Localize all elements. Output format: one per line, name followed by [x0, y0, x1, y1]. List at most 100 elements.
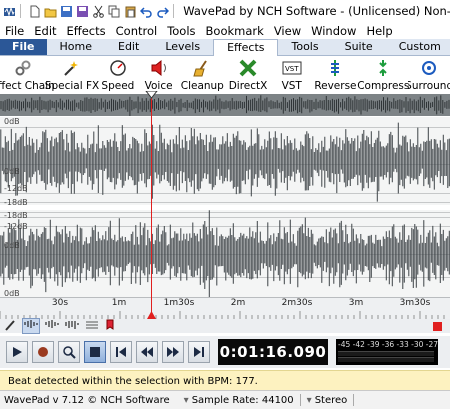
effect-chain-button[interactable]: Effect Chain — [0, 56, 55, 94]
meter-scale: -45 -42 -39 -36 -33 -30 -27 — [338, 340, 438, 349]
paste-icon[interactable] — [124, 5, 137, 18]
copy-icon[interactable] — [108, 5, 121, 18]
redo-icon[interactable] — [156, 5, 169, 18]
waveform-tool-icon[interactable] — [64, 319, 80, 333]
sample-rate-text[interactable]: Sample Rate: 44100 — [192, 395, 294, 406]
save-all-icon[interactable] — [76, 5, 89, 18]
bookmark-tool-icon[interactable] — [104, 319, 116, 333]
timeline-label: 30s — [51, 298, 69, 308]
db-label: 0dB — [4, 167, 20, 176]
timeline-ruler[interactable]: 30s 1m 1m30s 2m 2m30s 3m 3m30s — [0, 297, 450, 320]
level-meter: -45 -42 -39 -36 -33 -30 -27 — [336, 339, 438, 365]
cleanup-button[interactable]: Cleanup — [179, 56, 225, 94]
fast-forward-icon — [167, 347, 179, 357]
undo-icon[interactable] — [139, 5, 153, 18]
dropdown-arrow-icon[interactable]: ▾ — [307, 395, 312, 406]
reverse-icon — [324, 58, 346, 78]
effects-toolbar: Effect Chain Special FX Speed Voice Clea… — [0, 56, 450, 94]
menu-control[interactable]: Control — [111, 24, 163, 38]
db-label: 0dB — [4, 241, 20, 250]
svg-text:VST: VST — [285, 65, 299, 73]
vst-button[interactable]: VST VST — [271, 56, 313, 94]
time-display: 0:01:16.090 — [218, 339, 328, 365]
save-icon[interactable] — [60, 5, 73, 18]
menu-bookmark[interactable]: Bookmark — [201, 24, 269, 38]
loop-button[interactable] — [58, 341, 80, 363]
rewind-icon — [141, 347, 153, 357]
pencil-tool-icon[interactable] — [4, 319, 18, 334]
fast-forward-button[interactable] — [162, 341, 184, 363]
waveform-graph — [0, 117, 450, 298]
menu-edit[interactable]: Edit — [29, 24, 61, 38]
menu-tools[interactable]: Tools — [162, 24, 200, 38]
playhead-handle-icon[interactable] — [147, 311, 156, 319]
selection-tool-icon[interactable] — [22, 318, 40, 334]
voice-button[interactable]: Voice — [138, 56, 180, 94]
tab-file[interactable]: File — [0, 39, 47, 55]
compress-button[interactable]: Compress — [357, 56, 409, 94]
directx-button[interactable]: DirectX — [225, 56, 271, 94]
channels-text[interactable]: Stereo — [315, 395, 348, 406]
dropdown-arrow-icon[interactable]: ▾ — [184, 395, 189, 406]
new-file-icon[interactable] — [28, 5, 41, 18]
rewind-button[interactable] — [136, 341, 158, 363]
go-to-end-button[interactable] — [188, 341, 210, 363]
waveform-overview[interactable] — [0, 94, 450, 117]
status-bar: WavePad v 7.12 © NCH Software ▾ Sample R… — [0, 390, 450, 409]
tab-effects[interactable]: Effects — [213, 38, 279, 56]
directx-icon — [237, 58, 259, 78]
db-label: 0dB — [4, 117, 20, 126]
cut-icon[interactable] — [92, 5, 105, 18]
record-indicator-icon — [433, 321, 442, 331]
tab-tools[interactable]: Tools — [278, 39, 331, 55]
gridline — [0, 164, 450, 165]
go-to-start-icon — [116, 347, 126, 357]
gridline — [0, 202, 450, 203]
overview-waveform — [0, 95, 450, 117]
tab-levels[interactable]: Levels — [152, 39, 213, 55]
ribbon-tabs: File Home Edit Levels Effects Tools Suit… — [0, 38, 450, 56]
window-title: WavePad by NCH Software - (Unlicensed) N… — [183, 4, 450, 18]
compress-icon — [372, 58, 394, 78]
gridline — [0, 127, 450, 128]
speed-icon — [107, 58, 129, 78]
gridline — [0, 226, 450, 227]
tab-custom[interactable]: Custom — [386, 39, 450, 55]
record-button[interactable] — [32, 341, 54, 363]
surround-icon — [418, 58, 440, 78]
playhead[interactable] — [151, 94, 152, 319]
timeline-label: 3m30s — [399, 298, 431, 308]
tab-edit[interactable]: Edit — [105, 39, 152, 55]
tab-home[interactable]: Home — [47, 39, 105, 55]
scrub-tool-icon[interactable] — [44, 319, 60, 333]
spectral-tool-icon[interactable] — [84, 319, 100, 333]
tab-suite[interactable]: Suite — [332, 39, 386, 55]
meter-channel-left — [338, 351, 434, 356]
go-to-start-button[interactable] — [110, 341, 132, 363]
play-button[interactable] — [6, 341, 28, 363]
stop-icon — [90, 347, 100, 357]
open-folder-icon[interactable] — [44, 5, 57, 18]
menu-window[interactable]: Window — [306, 24, 361, 38]
loop-icon — [63, 346, 76, 359]
surround-button[interactable]: Surround — [408, 56, 450, 94]
menu-view[interactable]: View — [269, 24, 306, 38]
playhead-marker-icon[interactable] — [145, 91, 158, 99]
db-label: -18dB — [4, 211, 28, 220]
meter-channel-right — [338, 357, 434, 362]
go-to-end-icon — [194, 347, 204, 357]
menu-effects[interactable]: Effects — [62, 24, 111, 38]
gridline — [0, 217, 450, 218]
stop-button[interactable] — [84, 341, 106, 363]
record-icon — [38, 347, 48, 357]
timeline-label: 3m — [348, 298, 364, 308]
reverse-button[interactable]: Reverse — [313, 56, 359, 94]
waveform-editor[interactable]: 0dB 0dB -12dB -18dB -18dB -12dB 0dB 0dB — [0, 117, 450, 298]
menu-file[interactable]: File — [0, 24, 29, 38]
vst-icon: VST — [281, 58, 303, 78]
timeline-label: 1m30s — [163, 298, 195, 308]
speed-button[interactable]: Speed — [98, 56, 138, 94]
db-label: -12dB — [4, 184, 28, 193]
menu-help[interactable]: Help — [361, 24, 397, 38]
special-fx-button[interactable]: Special FX — [45, 56, 99, 94]
